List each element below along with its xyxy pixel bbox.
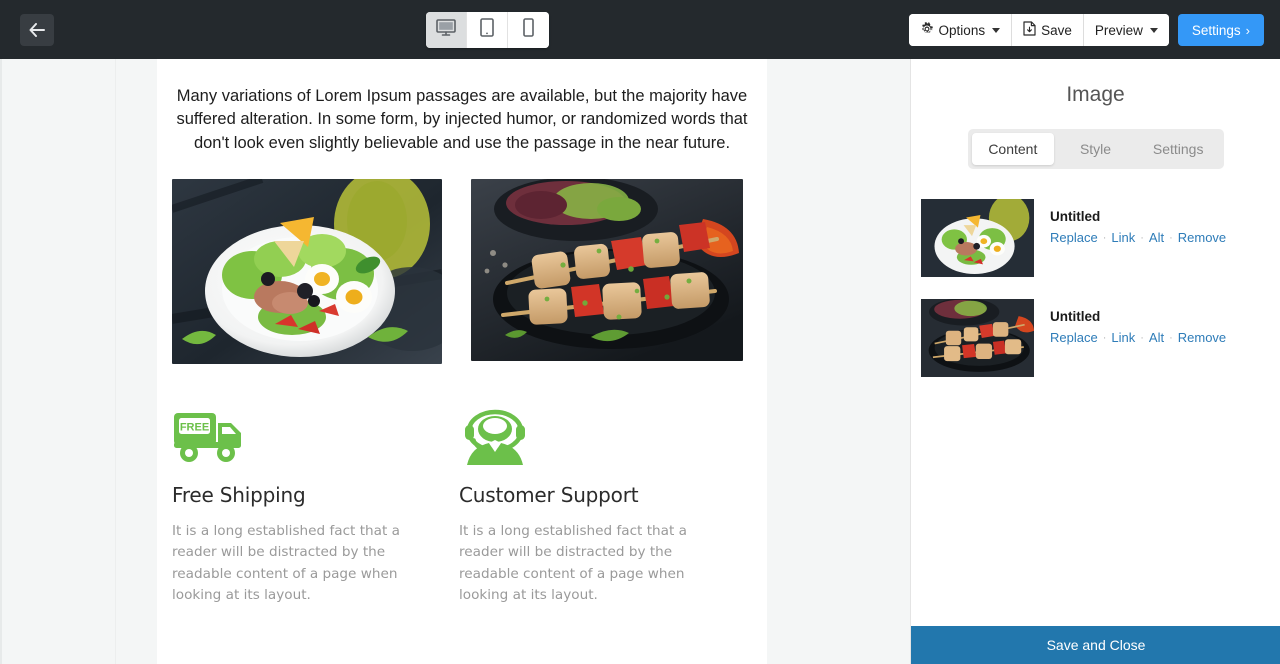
remove-link[interactable]: Remove xyxy=(1178,230,1226,245)
kebab-photo[interactable] xyxy=(471,179,743,362)
chevron-right-icon: › xyxy=(1245,22,1250,38)
preview-label: Preview xyxy=(1094,22,1143,38)
link-separator: · xyxy=(1102,331,1107,344)
options-label: Options xyxy=(938,22,986,38)
feature-columns: FREE Free Shipping It is a long establis… xyxy=(157,409,767,606)
settings-button[interactable]: Settings › xyxy=(1177,14,1264,46)
feature-description: It is a long established fact that a rea… xyxy=(172,523,400,603)
properties-sidebar: Image Content Style Settings Untitled Re… xyxy=(910,59,1280,664)
salad-photo[interactable] xyxy=(172,179,442,365)
top-toolbar: Options Save Preview Settings › xyxy=(0,0,1280,59)
alt-link[interactable]: Alt xyxy=(1149,230,1164,245)
settings-label: Settings xyxy=(1191,22,1241,38)
sidebar-title: Image xyxy=(1066,83,1125,106)
replace-link[interactable]: Replace xyxy=(1050,330,1098,345)
device-preview-switcher xyxy=(426,12,549,48)
link-separator: · xyxy=(1140,331,1144,344)
editor-canvas[interactable]: Many variations of Lorem Ipsum passages … xyxy=(0,59,910,664)
link-separator: · xyxy=(1140,231,1144,244)
media-meta: Untitled Replace · Link · Alt · Remove xyxy=(1050,199,1226,277)
feature-free-shipping: FREE Free Shipping It is a long establis… xyxy=(172,409,437,606)
media-actions: Replace · Link · Alt · Remove xyxy=(1050,330,1226,345)
remove-link[interactable]: Remove xyxy=(1178,330,1226,345)
page-intro-paragraph: Many variations of Lorem Ipsum passages … xyxy=(176,87,748,152)
free-shipping-truck-icon: FREE xyxy=(172,409,437,467)
chevron-down-icon xyxy=(992,27,1001,33)
preview-button[interactable]: Preview xyxy=(1083,14,1169,46)
feature-title: Customer Support xyxy=(459,483,639,508)
chevron-down-icon xyxy=(1149,27,1158,33)
device-button-tablet[interactable] xyxy=(467,12,508,48)
mobile-icon xyxy=(523,18,534,42)
save-label: Save xyxy=(1041,22,1072,38)
link-separator: · xyxy=(1169,231,1173,244)
replace-link[interactable]: Replace xyxy=(1050,230,1098,245)
image-gallery-row xyxy=(157,179,767,365)
alt-link[interactable]: Alt xyxy=(1149,330,1164,345)
salad-thumb[interactable] xyxy=(921,199,1034,277)
feature-title: Free Shipping xyxy=(172,483,306,508)
image-list: Untitled Replace · Link · Alt · Remove U… xyxy=(911,199,1280,399)
save-and-close-button[interactable]: Save and Close xyxy=(911,626,1280,664)
tab-style[interactable]: Style xyxy=(1054,133,1137,165)
sidebar-tabs: Content Style Settings xyxy=(967,129,1224,169)
gear-icon xyxy=(920,21,934,39)
back-button[interactable] xyxy=(20,14,54,46)
device-button-mobile[interactable] xyxy=(508,12,549,48)
media-meta: Untitled Replace · Link · Alt · Remove xyxy=(1050,299,1226,377)
arrow-left-icon xyxy=(29,23,45,37)
link-separator: · xyxy=(1169,331,1173,344)
device-button-desktop[interactable] xyxy=(426,12,467,48)
desktop-icon xyxy=(436,19,456,41)
kebab-thumb[interactable] xyxy=(921,299,1034,377)
feature-description: It is a long established fact that a rea… xyxy=(459,523,687,603)
toolbar-button-group: Options Save Preview xyxy=(908,14,1169,46)
feature-customer-support: Customer Support It is a long establishe… xyxy=(459,409,724,606)
options-button[interactable]: Options xyxy=(908,14,1013,46)
save-file-icon xyxy=(1023,21,1036,39)
tab-content[interactable]: Content xyxy=(971,133,1055,165)
media-actions: Replace · Link · Alt · Remove xyxy=(1050,230,1226,245)
tab-settings[interactable]: Settings xyxy=(1137,133,1220,165)
media-title: Untitled xyxy=(1050,309,1101,324)
customer-support-headset-icon xyxy=(459,409,724,467)
link-link[interactable]: Link xyxy=(1111,330,1135,345)
toolbar-actions: Options Save Preview Settings › xyxy=(908,14,1264,46)
canvas-gutter-divider xyxy=(115,59,116,664)
media-title: Untitled xyxy=(1050,209,1101,224)
svg-text:FREE: FREE xyxy=(180,422,209,434)
link-separator: · xyxy=(1102,231,1107,244)
page-preview[interactable]: Many variations of Lorem Ipsum passages … xyxy=(157,59,767,664)
tablet-icon xyxy=(480,18,494,42)
link-link[interactable]: Link xyxy=(1111,230,1135,245)
list-item[interactable]: Untitled Replace · Link · Alt · Remove xyxy=(911,199,1280,299)
save-button[interactable]: Save xyxy=(1012,14,1084,46)
list-item[interactable]: Untitled Replace · Link · Alt · Remove xyxy=(911,299,1280,399)
